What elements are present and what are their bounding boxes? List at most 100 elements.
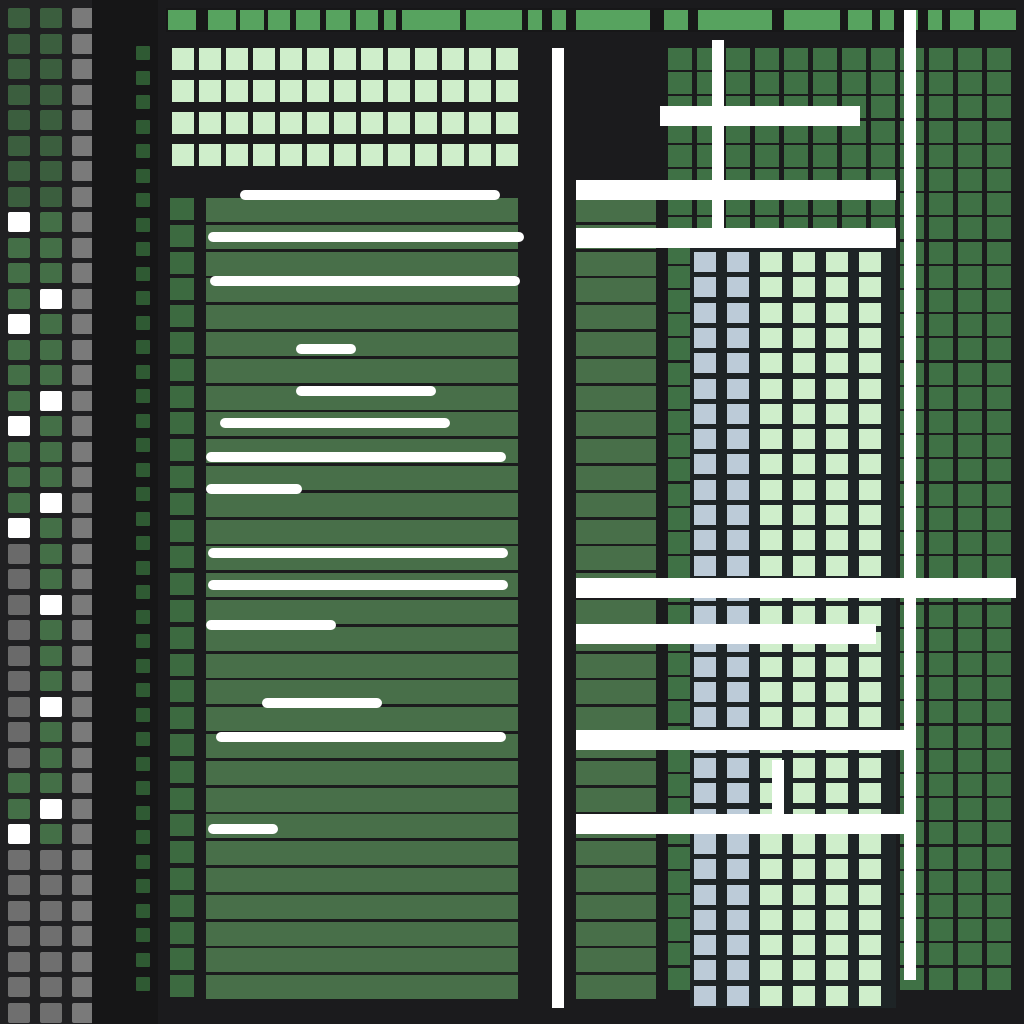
detail-cell[interactable] bbox=[958, 265, 982, 288]
detail-cell[interactable] bbox=[929, 556, 953, 579]
grid-tool-icon[interactable] bbox=[8, 59, 30, 79]
detail-cell[interactable] bbox=[929, 798, 953, 821]
preview-cell[interactable] bbox=[199, 144, 221, 166]
selected-cell[interactable] bbox=[826, 935, 848, 956]
detail-cell[interactable] bbox=[958, 48, 982, 70]
selected-cell[interactable] bbox=[826, 884, 848, 905]
selected-cell[interactable] bbox=[760, 378, 782, 399]
detail-cell[interactable] bbox=[929, 459, 953, 482]
selected-cell[interactable] bbox=[727, 403, 749, 424]
grid-tool-icon[interactable] bbox=[8, 671, 30, 691]
column-header[interactable] bbox=[784, 10, 840, 30]
detail-cell[interactable] bbox=[958, 725, 982, 748]
detail-cell[interactable] bbox=[987, 144, 1011, 167]
list-item-detail[interactable] bbox=[576, 680, 656, 705]
detail-cell[interactable] bbox=[987, 798, 1011, 821]
preview-cell[interactable] bbox=[388, 48, 410, 70]
selected-cell[interactable] bbox=[859, 758, 881, 778]
detail-cell[interactable] bbox=[929, 193, 953, 216]
detail-cell[interactable] bbox=[668, 144, 692, 167]
grid-tool-icon[interactable] bbox=[8, 110, 30, 130]
preview-cell[interactable] bbox=[496, 112, 518, 134]
detail-cell[interactable] bbox=[987, 895, 1011, 917]
selected-cell[interactable] bbox=[727, 783, 749, 804]
detail-cell[interactable] bbox=[958, 701, 982, 724]
selected-cell[interactable] bbox=[793, 353, 815, 374]
detail-cell[interactable] bbox=[784, 72, 808, 95]
grid-tool-icon[interactable] bbox=[8, 314, 30, 334]
grid-tool-icon[interactable] bbox=[40, 977, 62, 997]
list-item[interactable] bbox=[206, 358, 518, 383]
selected-cell[interactable] bbox=[727, 909, 749, 930]
detail-cell[interactable] bbox=[987, 628, 1011, 651]
selected-cell[interactable] bbox=[694, 758, 716, 778]
detail-cell[interactable] bbox=[929, 967, 953, 990]
detail-cell[interactable] bbox=[987, 967, 1011, 990]
preview-cell[interactable] bbox=[253, 80, 275, 102]
detail-cell[interactable] bbox=[929, 628, 953, 651]
selected-cell[interactable] bbox=[694, 378, 716, 399]
grid-tool-icon[interactable] bbox=[8, 824, 30, 844]
list-item-detail[interactable] bbox=[576, 332, 656, 356]
selected-cell[interactable] bbox=[859, 327, 881, 348]
selected-cell[interactable] bbox=[793, 707, 815, 728]
selected-cell[interactable] bbox=[760, 252, 782, 272]
detail-cell[interactable] bbox=[987, 774, 1011, 796]
selected-cell[interactable] bbox=[760, 707, 782, 728]
detail-cell[interactable] bbox=[958, 435, 982, 458]
detail-cell[interactable] bbox=[987, 507, 1011, 530]
grid-tool-icon[interactable] bbox=[40, 110, 62, 130]
selected-cell[interactable] bbox=[826, 378, 848, 399]
column-header[interactable] bbox=[168, 10, 196, 30]
grid-tool-icon[interactable] bbox=[72, 339, 94, 360]
grid-tool-icon[interactable] bbox=[40, 135, 62, 156]
grid-tool-icon[interactable] bbox=[8, 161, 30, 181]
detail-cell[interactable] bbox=[987, 556, 1011, 579]
detail-cell[interactable] bbox=[726, 48, 750, 70]
column-header[interactable] bbox=[950, 10, 974, 30]
column-header[interactable] bbox=[528, 10, 542, 30]
detail-cell[interactable] bbox=[871, 48, 895, 70]
selected-cell[interactable] bbox=[727, 859, 749, 880]
selected-cell[interactable] bbox=[859, 302, 881, 323]
detail-cell[interactable] bbox=[987, 435, 1011, 458]
selected-cell[interactable] bbox=[727, 985, 749, 1006]
selected-cell[interactable] bbox=[826, 403, 848, 424]
list-item[interactable] bbox=[206, 492, 518, 517]
detail-cell[interactable] bbox=[987, 870, 1011, 893]
grid-tool-icon[interactable] bbox=[8, 926, 30, 946]
column-header[interactable] bbox=[402, 10, 460, 30]
preview-cell[interactable] bbox=[172, 80, 194, 102]
column-header[interactable] bbox=[296, 10, 320, 30]
detail-cell[interactable] bbox=[668, 556, 692, 579]
detail-cell[interactable] bbox=[929, 604, 953, 627]
selected-cell[interactable] bbox=[826, 909, 848, 930]
selected-cell[interactable] bbox=[826, 833, 848, 854]
detail-cell[interactable] bbox=[871, 72, 895, 95]
selected-cell[interactable] bbox=[694, 403, 716, 424]
detail-cell[interactable] bbox=[987, 919, 1011, 942]
selected-cell[interactable] bbox=[826, 327, 848, 348]
column-header[interactable] bbox=[698, 10, 772, 30]
detail-cell[interactable] bbox=[958, 72, 982, 95]
selected-cell[interactable] bbox=[694, 783, 716, 804]
grid-tool-icon[interactable] bbox=[72, 1002, 94, 1023]
detail-cell[interactable] bbox=[726, 72, 750, 95]
list-item-detail[interactable] bbox=[576, 921, 656, 946]
detail-cell[interactable] bbox=[987, 677, 1011, 700]
grid-tool-icon[interactable] bbox=[40, 518, 62, 538]
grid-tool-icon[interactable] bbox=[40, 798, 62, 819]
detail-cell[interactable] bbox=[668, 701, 692, 724]
detail-cell[interactable] bbox=[958, 846, 982, 869]
selected-cell[interactable] bbox=[793, 960, 815, 981]
selected-cell[interactable] bbox=[760, 555, 782, 576]
list-item[interactable] bbox=[206, 894, 518, 919]
selected-cell[interactable] bbox=[793, 884, 815, 905]
selected-cell[interactable] bbox=[760, 985, 782, 1006]
selected-cell[interactable] bbox=[694, 353, 716, 374]
grid-tool-icon[interactable] bbox=[8, 263, 30, 283]
selected-cell[interactable] bbox=[793, 833, 815, 854]
detail-cell[interactable] bbox=[842, 144, 866, 167]
detail-cell[interactable] bbox=[668, 338, 692, 361]
detail-cell[interactable] bbox=[958, 507, 982, 530]
